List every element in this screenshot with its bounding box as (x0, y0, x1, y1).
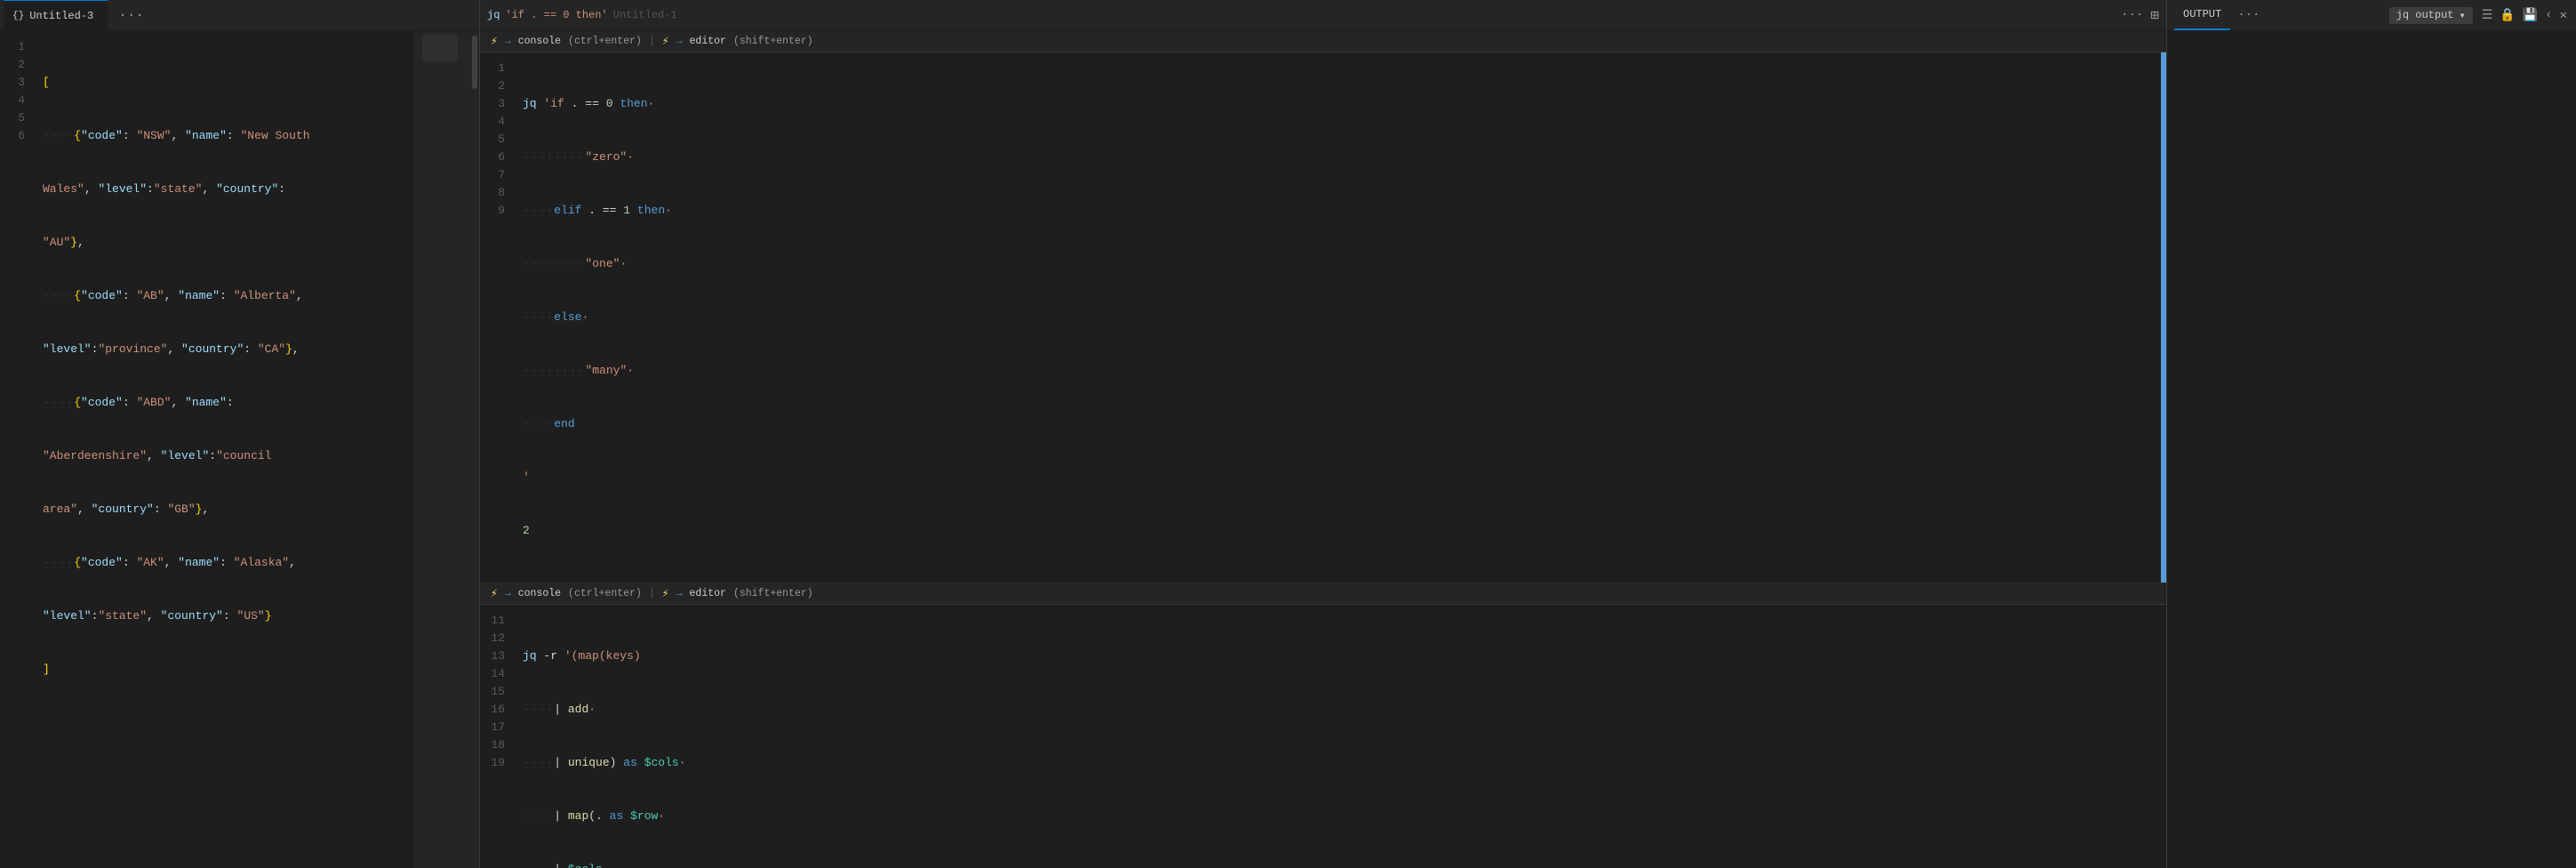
jq-split-button[interactable]: ⊞ (2150, 6, 2159, 24)
section1-scrollbar (2161, 52, 2166, 583)
output-area (2167, 31, 2576, 868)
run-icon-1b: ⚡ (662, 35, 669, 48)
run-icon-2b: ⚡ (662, 587, 669, 600)
output-icons: ☰ 🔒 💾 ‹ ✕ (2480, 6, 2569, 25)
jq-line-numbers-2: 11 12 13 14 15 16 17 18 19 (480, 605, 516, 868)
left-editor-tab[interactable]: {} Untitled-3 (4, 0, 108, 30)
run-icon-1: ⚡ (491, 35, 498, 48)
output-dropdown-label: jq output (2396, 9, 2454, 21)
output-panel: OUTPUT ··· jq output ▾ ☰ 🔒 💾 ‹ ✕ (2167, 0, 2576, 868)
jq-tab-more-button[interactable]: ··· (2121, 8, 2143, 22)
save-icon[interactable]: 💾 (2521, 6, 2540, 25)
shortcut-console-2: (ctrl+enter) (568, 588, 642, 599)
close-icon[interactable]: ✕ (2558, 6, 2569, 25)
arrow-icon-1b: → (676, 36, 683, 47)
output-tab-more-button[interactable]: ··· (2234, 8, 2263, 22)
left-code-content[interactable]: [ ····{"code": "NSW", "name": "New South… (36, 31, 413, 868)
jq-section-2: 11 12 13 14 15 16 17 18 19 jq -r '(map(k… (480, 605, 2166, 868)
left-editor-panel: {} Untitled-3 ··· 1 2 3 4 5 6 [ ····{"co… (0, 0, 480, 868)
jq-code-section-1[interactable]: jq 'if . == 0 then· ········"zero"· ····… (516, 52, 2161, 583)
lock-icon[interactable]: 🔒 (2498, 6, 2516, 25)
prev-icon[interactable]: ‹ (2543, 6, 2554, 24)
dest-console-1[interactable]: console (518, 36, 561, 47)
shortcut-editor-1: (shift+enter) (733, 36, 813, 47)
output-tab[interactable]: OUTPUT (2174, 0, 2230, 30)
jq-section-1: 1 2 3 4 5 6 7 8 9 jq 'if . == 0 then· ··… (480, 52, 2166, 583)
dest-console-2[interactable]: console (518, 588, 561, 599)
jq-line-numbers-1: 1 2 3 4 5 6 7 8 9 (480, 52, 516, 583)
left-line-numbers: 1 2 3 4 5 6 (0, 31, 36, 868)
jq-tab-bar: jq 'if . == 0 then' Untitled-1 ··· ⊞ (480, 0, 2166, 31)
jq-code-section-2[interactable]: jq -r '(map(keys) ····| add· ····| uniqu… (516, 605, 2166, 868)
list-icon[interactable]: ☰ (2480, 6, 2495, 25)
jq-tab-condition: 'if . == 0 then' (505, 9, 607, 21)
left-tab-more-button[interactable]: ··· (111, 7, 151, 23)
output-tab-label: OUTPUT (2183, 8, 2221, 20)
shortcut-editor-2: (shift+enter) (733, 588, 813, 599)
minimap (413, 31, 467, 868)
jq-editor-panel: jq 'if . == 0 then' Untitled-1 ··· ⊞ ⚡ →… (480, 0, 2167, 868)
jq-tab-prefix: jq (487, 9, 500, 21)
chevron-down-icon: ▾ (2459, 9, 2465, 22)
jq-toolbar-1: ⚡ → console (ctrl+enter) | ⚡ → editor (s… (480, 31, 2166, 52)
run-icon-2: ⚡ (491, 587, 498, 600)
jq-toolbar-2: ⚡ → console (ctrl+enter) | ⚡ → editor (s… (480, 583, 2166, 605)
left-tab-filename: Untitled-3 (29, 10, 93, 22)
output-tab-bar: OUTPUT ··· jq output ▾ ☰ 🔒 💾 ‹ ✕ (2167, 0, 2576, 31)
arrow-icon-1: → (505, 36, 511, 47)
output-dropdown[interactable]: jq output ▾ (2389, 7, 2473, 24)
shortcut-console-1: (ctrl+enter) (568, 36, 642, 47)
left-tab-bar: {} Untitled-3 ··· (0, 0, 479, 31)
arrow-icon-2: → (505, 588, 511, 599)
jq-tab-title: jq 'if . == 0 then' Untitled-1 (487, 9, 683, 21)
left-tab-icon: {} (12, 11, 24, 21)
sep-2: | (649, 588, 655, 599)
jq-code-area[interactable]: ⚡ → console (ctrl+enter) | ⚡ → editor (s… (480, 31, 2166, 868)
left-scrollbar[interactable] (467, 31, 479, 868)
left-code-area[interactable]: 1 2 3 4 5 6 [ ····{"code": "NSW", "name"… (0, 31, 479, 868)
dest-editor-2[interactable]: editor (690, 588, 726, 599)
jq-tab-sep: Untitled-1 (613, 9, 677, 21)
arrow-icon-2b: → (676, 588, 683, 599)
dest-editor-1[interactable]: editor (690, 36, 726, 47)
sep-1: | (649, 36, 655, 47)
